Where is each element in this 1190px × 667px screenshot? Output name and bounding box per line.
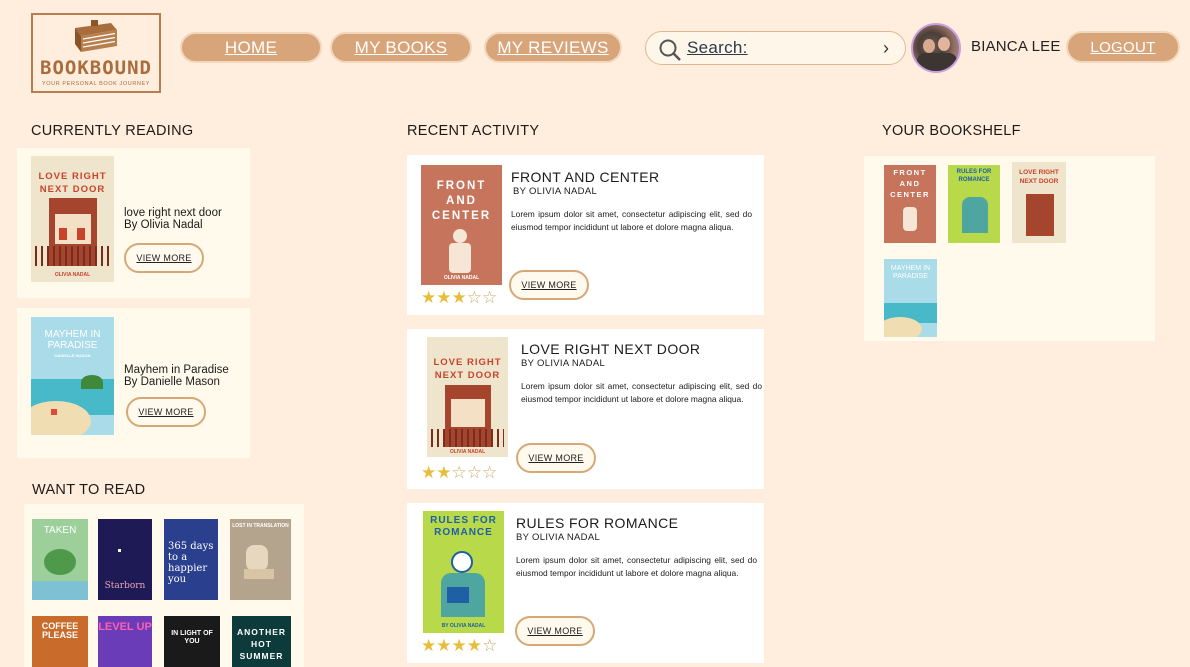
currently-reading-card: MAYHEM IN PARADISE DANIELLE MASON Mayhem…: [17, 308, 250, 458]
book-cover-level-up[interactable]: LEVEL UP: [98, 616, 152, 667]
star-filled-icon: ★: [466, 636, 482, 655]
star-empty-icon: ☆: [482, 288, 498, 307]
view-more-button[interactable]: VIEW MORE: [124, 243, 204, 273]
book-cover-rules-for-romance[interactable]: RULES FOR ROMANCE: [948, 165, 1000, 243]
book-cover-lost-in-translation[interactable]: LOST IN TRANSLATION: [230, 519, 291, 600]
activity-item: LOVE RIGHT NEXT DOOR OLIVIA NADAL LOVE R…: [407, 329, 764, 489]
star-filled-icon: ★: [451, 636, 467, 655]
activity-description: Lorem ipsum dolor sit amet, consectetur …: [521, 381, 762, 404]
star-rating: ★★★☆☆: [421, 288, 497, 308]
nav-my-books-button[interactable]: MY BOOKS: [330, 32, 472, 63]
activity-book-title: FRONT AND CENTER: [511, 169, 660, 185]
star-filled-icon: ★: [421, 288, 437, 307]
activity-book-title: RULES FOR ROMANCE: [516, 515, 679, 531]
activity-description: Lorem ipsum dolor sit amet, consectetur …: [511, 209, 752, 232]
star-rating: ★★★★☆: [421, 636, 497, 656]
book-cover-starborn[interactable]: Starborn: [98, 519, 152, 600]
activity-book-author: BY OLIVIA NADAL: [521, 358, 606, 369]
star-empty-icon: ☆: [466, 463, 482, 482]
book-cover-in-light-of-you[interactable]: IN LIGHT OF YOU: [164, 616, 220, 667]
book-cover-another-hot-summer[interactable]: ANOTHER HOT SUMMER: [232, 616, 291, 667]
star-filled-icon: ★: [436, 288, 452, 307]
view-more-button[interactable]: VIEW MORE: [126, 397, 206, 427]
bookshelf-card: FRONT AND CENTER RULES FOR ROMANCE LOVE …: [864, 156, 1155, 341]
nav-my-reviews-button[interactable]: MY REVIEWS: [484, 32, 622, 63]
book-cover-mayhem-in-paradise[interactable]: MAYHEM IN PARADISE DANIELLE MASON: [31, 317, 114, 435]
book-cover-love-right-next-door[interactable]: LOVE RIGHT NEXT DOOR: [1012, 162, 1066, 243]
star-empty-icon: ☆: [482, 636, 498, 655]
star-filled-icon: ★: [451, 288, 467, 307]
currently-reading-book-author: By Olivia Nadal: [124, 219, 203, 231]
book-cover-365-days[interactable]: 365 days to a happier you: [164, 519, 218, 600]
star-empty-icon: ☆: [482, 463, 498, 482]
activity-item: RULES FOR ROMANCE BY OLIVIA NADAL RULES …: [407, 503, 764, 663]
star-rating: ★★☆☆☆: [421, 463, 497, 483]
book-cover-taken[interactable]: TAKEN: [32, 519, 88, 600]
brand-tagline: YOUR PERSONAL BOOK JOURNEY: [42, 81, 150, 87]
want-to-read-title: WANT TO READ: [32, 482, 146, 498]
logout-button[interactable]: LOGOUT: [1066, 31, 1180, 63]
star-empty-icon: ☆: [451, 463, 467, 482]
your-bookshelf-title: YOUR BOOKSHELF: [882, 123, 1021, 139]
activity-book-author: BY OLIVIA NADAL: [516, 532, 601, 543]
nav-home-button[interactable]: HOME: [180, 32, 322, 63]
book-cover-front-and-center[interactable]: FRONT AND CENTER: [884, 165, 936, 243]
activity-book-author: BY OLIVIA NADAL: [513, 186, 598, 197]
search-label: Search:: [687, 38, 748, 57]
bookbound-logo[interactable]: BOOKBOUND YOUR PERSONAL BOOK JOURNEY: [31, 13, 161, 93]
star-filled-icon: ★: [421, 636, 437, 655]
book-cover-love-right-next-door[interactable]: LOVE RIGHT NEXT DOOR OLIVIA NADAL: [427, 337, 508, 457]
book-icon: [75, 20, 117, 52]
user-name: BIANCA LEE: [971, 38, 1061, 55]
currently-reading-card: LOVE RIGHT NEXT DOOR OLIVIA NADAL love r…: [17, 148, 250, 298]
star-filled-icon: ★: [436, 636, 452, 655]
view-more-button[interactable]: VIEW MORE: [509, 270, 589, 300]
want-to-read-card: TAKEN Starborn 365 days to a happier you…: [24, 504, 304, 667]
activity-description: Lorem ipsum dolor sit amet, consectetur …: [516, 555, 757, 578]
book-cover-mayhem-in-paradise[interactable]: MAYHEM IN PARADISE: [884, 259, 937, 337]
book-cover-coffee-please[interactable]: COFFEE PLEASE: [32, 616, 88, 667]
activity-item: FRONT AND CENTER OLIVIA NADAL FRONT AND …: [407, 155, 764, 315]
star-filled-icon: ★: [421, 463, 437, 482]
view-more-button[interactable]: VIEW MORE: [515, 616, 595, 646]
activity-book-title: LOVE RIGHT NEXT DOOR: [521, 341, 701, 357]
search-icon: [659, 39, 681, 61]
brand-name: BOOKBOUND: [40, 57, 152, 79]
book-cover-love-right-next-door[interactable]: LOVE RIGHT NEXT DOOR OLIVIA NADAL: [31, 156, 114, 282]
currently-reading-book-author: By Danielle Mason: [124, 376, 220, 388]
currently-reading-book-title: love right next door: [124, 207, 222, 219]
avatar[interactable]: [911, 23, 961, 73]
recent-activity-title: RECENT ACTIVITY: [407, 123, 540, 139]
book-cover-rules-for-romance[interactable]: RULES FOR ROMANCE BY OLIVIA NADAL: [423, 511, 504, 633]
chevron-right-icon[interactable]: ›: [883, 38, 889, 59]
search-input[interactable]: Search: ›: [645, 31, 906, 65]
book-cover-front-and-center[interactable]: FRONT AND CENTER OLIVIA NADAL: [421, 165, 502, 285]
currently-reading-book-title: Mayhem in Paradise: [124, 364, 229, 376]
star-filled-icon: ★: [436, 463, 452, 482]
star-empty-icon: ☆: [466, 288, 482, 307]
currently-reading-title: CURRENTLY READING: [31, 123, 194, 139]
view-more-button[interactable]: VIEW MORE: [516, 443, 596, 473]
